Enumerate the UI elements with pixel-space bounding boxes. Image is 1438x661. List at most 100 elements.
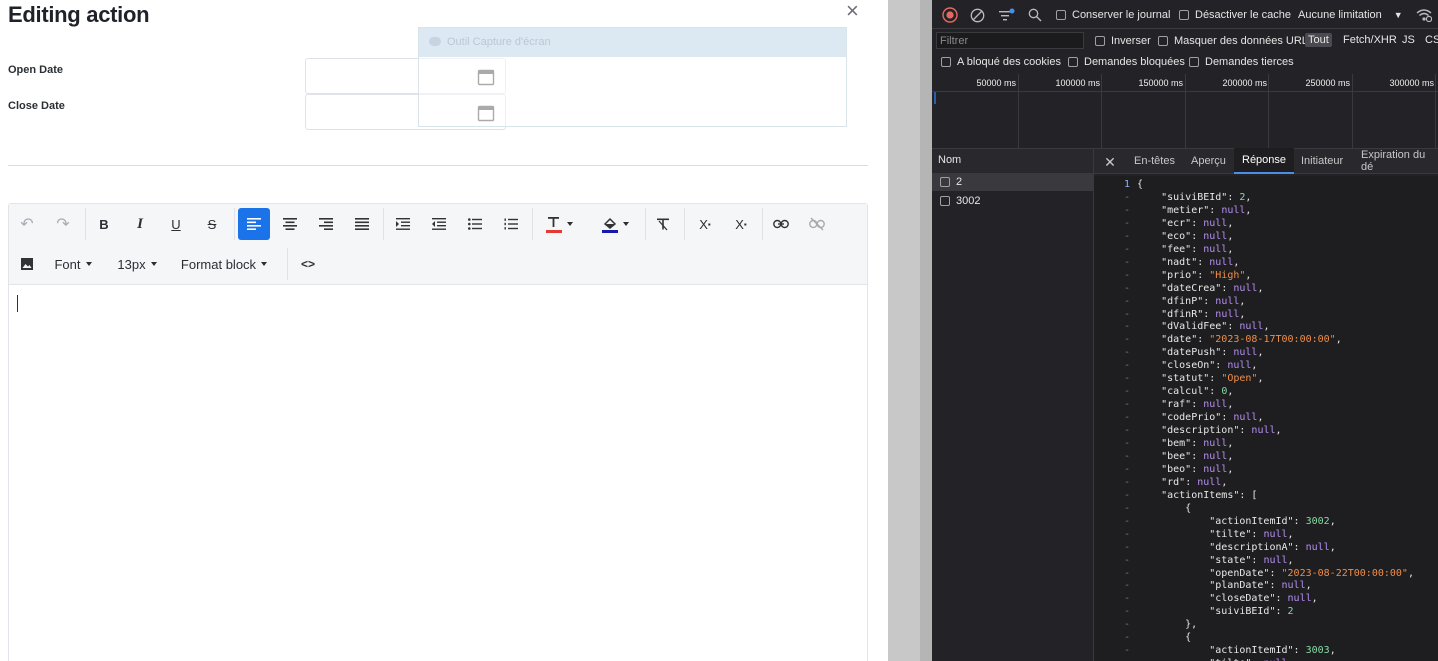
request-row[interactable]: 2 <box>932 173 1093 191</box>
tab-response[interactable]: Réponse <box>1234 148 1295 174</box>
checkbox-box[interactable] <box>1056 10 1066 20</box>
timeline-label: 200000 ms <box>1222 78 1267 88</box>
divider <box>8 165 868 166</box>
filter-input[interactable]: Filtrer <box>936 32 1084 49</box>
code-line: "eco": null, <box>1161 230 1234 242</box>
type-filter-all[interactable]: Tout <box>1305 33 1332 47</box>
underline-icon[interactable]: U <box>160 208 192 240</box>
line-number: 1 <box>1123 179 1130 190</box>
checkbox-box[interactable] <box>1158 36 1168 46</box>
checkbox-box[interactable] <box>1179 10 1189 20</box>
chevron-down-icon <box>85 262 92 266</box>
text-color-button[interactable] <box>539 208 579 240</box>
name-column-header[interactable]: Nom <box>938 154 961 166</box>
devtools-network-panel: Conserver le journal Désactiver le cache… <box>932 0 1438 661</box>
toolbar-separator <box>287 248 288 280</box>
checkbox-box[interactable] <box>940 196 950 206</box>
font-dropdown[interactable]: Font <box>47 248 99 280</box>
line-number: - <box>1123 217 1130 229</box>
subscript-glyph: X <box>699 216 708 232</box>
indent-icon[interactable] <box>387 208 419 240</box>
filter-icon[interactable] <box>996 5 1016 25</box>
toolbar-separator <box>85 208 86 240</box>
numbered-list-icon[interactable] <box>495 208 527 240</box>
superscript-icon[interactable]: X ▪ <box>725 208 757 240</box>
redo-icon[interactable]: ↷ <box>47 208 79 240</box>
clear-format-icon[interactable] <box>647 208 679 240</box>
image-icon[interactable] <box>11 248 43 280</box>
type-filter-fetch[interactable]: Fetch/XHR <box>1340 33 1400 47</box>
editor-content-area[interactable] <box>9 285 867 661</box>
line-number: - <box>1123 360 1130 372</box>
close-icon[interactable]: × <box>846 0 859 22</box>
align-center-icon[interactable] <box>274 208 306 240</box>
checkbox-box[interactable] <box>1095 36 1105 46</box>
hide-data-urls-checkbox[interactable]: Masquer des données URL <box>1158 35 1308 47</box>
line-number: - <box>1123 645 1130 657</box>
code-line: { <box>1137 632 1192 644</box>
bold-icon[interactable]: B <box>88 208 120 240</box>
search-icon[interactable] <box>1025 5 1045 25</box>
code-line: "prio": "High", <box>1161 269 1252 281</box>
line-number: - <box>1123 606 1130 618</box>
strikethrough-icon[interactable]: S <box>196 208 228 240</box>
unlink-icon[interactable] <box>801 208 833 240</box>
line-number: - <box>1123 282 1130 294</box>
toolbar-separator <box>234 208 235 240</box>
record-icon[interactable] <box>940 5 960 25</box>
blocked-cookies-checkbox[interactable]: A bloqué des cookies <box>941 56 1061 68</box>
checkbox-box[interactable] <box>1068 57 1078 67</box>
font-size-dropdown[interactable]: 13px <box>111 248 163 280</box>
checkbox-box[interactable] <box>941 57 951 67</box>
code-line: "nadt": null, <box>1161 256 1240 268</box>
preserve-log-checkbox[interactable]: Conserver le journal <box>1056 9 1170 21</box>
tab-preview[interactable]: Aperçu <box>1191 148 1226 174</box>
code-line: "dValidFee": null, <box>1161 321 1270 333</box>
response-body[interactable]: 1------------------------------------- {… <box>1094 176 1438 661</box>
checkbox-box[interactable] <box>1189 57 1199 67</box>
text-color-icon <box>545 216 562 233</box>
code-view-icon[interactable]: <> <box>292 248 324 280</box>
third-party-checkbox[interactable]: Demandes tierces <box>1189 56 1294 68</box>
format-block-dropdown[interactable]: Format block <box>175 248 273 280</box>
timeline-label: 300000 ms <box>1389 78 1434 88</box>
timeline-gridline <box>1352 74 1353 148</box>
line-number: - <box>1123 593 1130 605</box>
chevron-down-icon <box>622 222 629 226</box>
request-list: Nom 2 3002 <box>932 148 1094 661</box>
tab-initiator[interactable]: Initiateur <box>1301 148 1343 174</box>
throttling-select[interactable]: Aucune limitation ▼ <box>1298 9 1403 21</box>
toolbar-separator <box>383 208 384 240</box>
line-number: - <box>1123 373 1130 385</box>
code-line: "actionItemId": 3002, <box>1209 515 1336 527</box>
align-justify-icon[interactable] <box>346 208 378 240</box>
line-number: - <box>1123 412 1130 424</box>
tab-timing[interactable]: Expiration du dé <box>1361 148 1438 174</box>
clear-icon[interactable] <box>967 5 987 25</box>
invert-checkbox[interactable]: Inverser <box>1095 35 1151 47</box>
line-number: - <box>1123 619 1130 631</box>
align-right-icon[interactable] <box>310 208 342 240</box>
close-icon[interactable]: ✕ <box>1100 152 1120 172</box>
request-row[interactable]: 3002 <box>932 192 1093 210</box>
tab-headers[interactable]: En-têtes <box>1134 148 1175 174</box>
type-filter-js[interactable]: JS <box>1399 33 1418 47</box>
align-left-icon[interactable] <box>238 208 270 240</box>
code-line: "rd": null, <box>1161 476 1228 488</box>
format-block-label: Format block <box>180 256 257 272</box>
window-gutter-edge <box>920 0 932 661</box>
bullet-list-icon[interactable] <box>459 208 491 240</box>
network-conditions-icon[interactable] <box>1414 5 1434 25</box>
type-filter-css[interactable]: CSS <box>1422 33 1438 47</box>
outdent-icon[interactable] <box>423 208 455 240</box>
code-line: "planDate": null, <box>1209 580 1312 592</box>
link-icon[interactable] <box>765 208 797 240</box>
checkbox-box[interactable] <box>940 177 950 187</box>
blocked-requests-checkbox[interactable]: Demandes bloquées <box>1068 56 1185 68</box>
disable-cache-checkbox[interactable]: Désactiver le cache <box>1179 9 1291 21</box>
background-color-button[interactable] <box>595 208 635 240</box>
subscript-icon[interactable]: X ▪ <box>689 208 721 240</box>
code-line: "description": null, <box>1161 425 1282 437</box>
undo-icon[interactable]: ↶ <box>11 208 43 240</box>
italic-icon[interactable]: I <box>124 208 156 240</box>
